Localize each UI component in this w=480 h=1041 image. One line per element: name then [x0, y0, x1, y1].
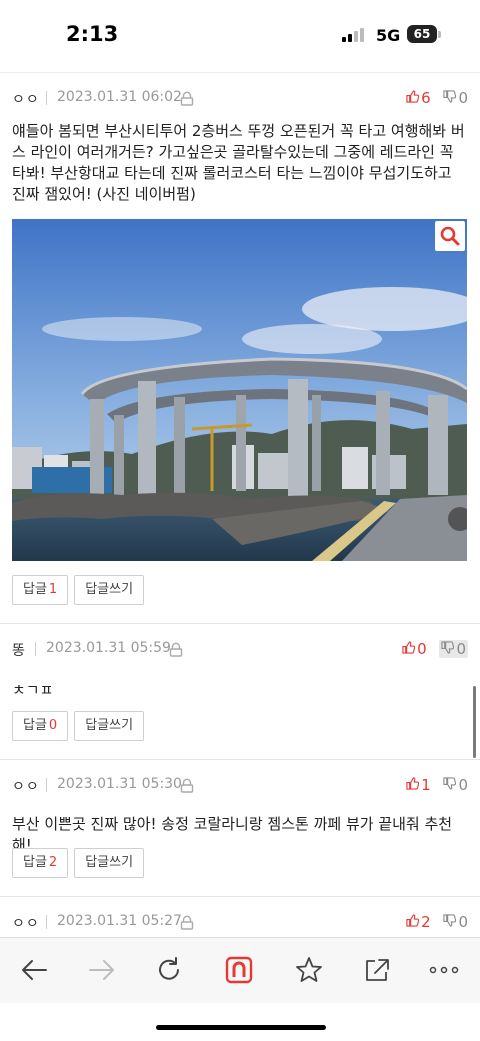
reply-count: 1	[48, 582, 58, 597]
lock-icon	[180, 915, 194, 930]
forward-icon[interactable]	[86, 954, 118, 986]
cellular-signal-icon	[342, 28, 366, 42]
naver-n-icon[interactable]	[223, 954, 255, 986]
comment-header: ㅇㅇ 2023.01.31 05:30 1 0	[12, 776, 468, 796]
comment-author: ㅇㅇ	[12, 92, 40, 108]
lock-icon	[169, 642, 183, 657]
vote-group: 2 0	[398, 913, 468, 931]
bridge-photo-image	[12, 219, 467, 561]
battery-indicator: 65	[407, 25, 437, 43]
comment-author: ㅇㅇ	[12, 916, 40, 932]
reply-count-button[interactable]: 답글 0	[12, 711, 69, 741]
like-button[interactable]: 0	[402, 640, 427, 658]
dislike-button[interactable]: 0	[443, 89, 468, 107]
lock-icon	[180, 91, 194, 106]
comment-actions: 답글 0 답글쓰기	[12, 711, 150, 741]
like-button[interactable]: 1	[406, 776, 431, 794]
comment-author: 똥	[12, 643, 26, 659]
back-icon[interactable]	[18, 954, 50, 986]
comment-header: ㅇㅇ 2023.01.31 06:02 6 0	[12, 89, 468, 109]
dislike-count: 0	[458, 776, 468, 794]
reload-icon[interactable]	[153, 954, 185, 986]
comment-actions: 답글 2 답글쓰기	[12, 848, 150, 878]
dislike-count: 0	[456, 640, 466, 658]
comment-date: 2023.01.31 06:02	[57, 89, 182, 105]
like-count: 1	[421, 776, 431, 794]
comment-text: ㅊㄱㅍ	[12, 681, 54, 699]
reply-count: 2	[48, 855, 58, 870]
share-icon[interactable]	[361, 954, 393, 986]
dislike-button[interactable]: 0	[439, 640, 468, 658]
scrollbar[interactable]	[473, 686, 476, 758]
dislike-count: 0	[458, 89, 468, 107]
divider	[35, 642, 36, 656]
thumbs-up-icon	[406, 914, 420, 927]
thumbs-down-icon	[443, 777, 457, 790]
comment-author: ㅇㅇ	[12, 779, 40, 795]
divider	[46, 778, 47, 792]
thumbs-up-icon	[406, 90, 420, 103]
vote-group: 0 0	[394, 640, 468, 658]
reply-label: 답글	[23, 718, 47, 733]
status-bar: 2:13 5G 65	[0, 0, 480, 70]
comment-header: ㅇㅇ 2023.01.31 05:27 2 0	[12, 913, 468, 933]
thumbs-down-icon	[443, 90, 457, 103]
write-reply-button[interactable]: 답글쓰기	[74, 711, 145, 741]
comment-item: ㅇㅇ 2023.01.31 05:30 1 0 부산 이쁜곳 진짜 많아! 송정…	[0, 760, 480, 897]
like-count: 0	[417, 640, 427, 658]
like-button[interactable]: 6	[406, 89, 431, 107]
thumbs-up-icon	[402, 641, 416, 654]
comment-item: ㅇㅇ 2023.01.31 05:27 2 0	[0, 897, 480, 937]
zoom-button[interactable]	[435, 221, 465, 251]
dislike-button[interactable]: 0	[443, 913, 468, 931]
divider	[46, 915, 47, 929]
like-count: 6	[421, 89, 431, 107]
write-reply-button[interactable]: 답글쓰기	[74, 575, 145, 605]
like-button[interactable]: 2	[406, 913, 431, 931]
reply-count-button[interactable]: 답글 1	[12, 575, 69, 605]
reply-label: 답글	[23, 855, 47, 870]
battery-cap	[438, 31, 441, 38]
lock-icon	[180, 778, 194, 793]
comment-text: 얘들아 봄되면 부산시티투어 2층버스 뚜껑 오픈된거 꼭 타고 여행해봐 버스…	[12, 122, 465, 203]
vote-group: 1 0	[398, 776, 468, 794]
search-icon	[440, 226, 460, 246]
vote-group: 6 0	[398, 89, 468, 107]
dislike-count: 0	[458, 913, 468, 931]
comment-date: 2023.01.31 05:59	[46, 640, 171, 656]
divider	[46, 91, 47, 105]
browser-toolbar	[0, 937, 480, 1003]
comment-date: 2023.01.31 05:27	[57, 913, 182, 929]
status-time: 2:13	[66, 22, 119, 46]
thumbs-up-icon	[406, 777, 420, 790]
comment-date: 2023.01.31 05:30	[57, 776, 182, 792]
reply-count: 0	[48, 718, 58, 733]
reply-count-button[interactable]: 답글 2	[12, 848, 69, 878]
more-icon[interactable]	[428, 954, 460, 986]
thumbs-down-icon	[443, 914, 457, 927]
network-type: 5G	[376, 26, 401, 45]
like-count: 2	[421, 913, 431, 931]
comment-actions: 답글 1 답글쓰기	[12, 575, 150, 605]
attached-photo[interactable]	[12, 219, 467, 561]
comment-item: ㅇㅇ 2023.01.31 06:02 6 0 얘들아 봄되면 부산시티투어 2…	[0, 73, 480, 625]
write-reply-button[interactable]: 답글쓰기	[74, 848, 145, 878]
thumbs-down-icon	[441, 641, 455, 654]
dislike-button[interactable]: 0	[443, 776, 468, 794]
comment-item: 똥 2023.01.31 05:59 0 0 ㅊㄱㅍ 답글 0 답글쓰기	[0, 624, 480, 760]
home-indicator[interactable]	[156, 1025, 326, 1030]
reply-label: 답글	[23, 582, 47, 597]
comment-list[interactable]: ㅇㅇ 2023.01.31 06:02 6 0 얘들아 봄되면 부산시티투어 2…	[0, 72, 480, 937]
comment-header: 똥 2023.01.31 05:59 0 0	[12, 640, 468, 660]
bookmark-star-icon[interactable]	[293, 954, 325, 986]
